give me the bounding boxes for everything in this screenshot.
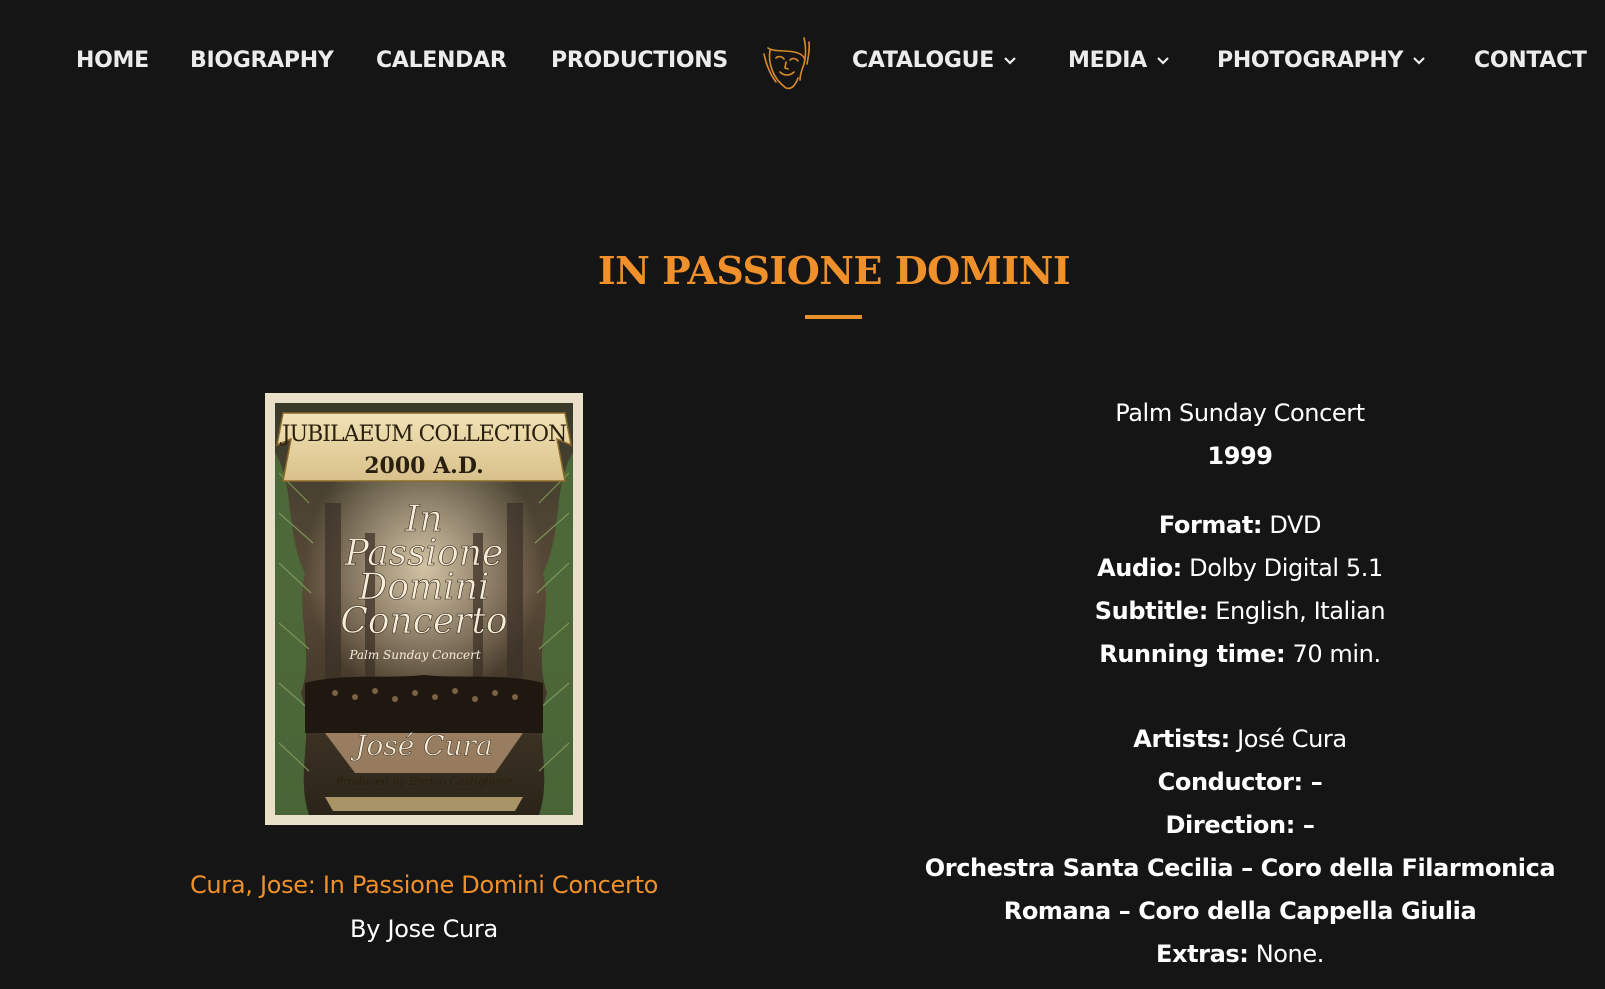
detail-running-value: 70 min. bbox=[1285, 640, 1381, 668]
detail-conductor-value: – bbox=[1302, 768, 1323, 796]
nav-media-label: MEDIA bbox=[1068, 48, 1147, 73]
main-navigation: HOME BIOGRAPHY CALENDAR PRODUCTIONS CATA… bbox=[0, 0, 1605, 120]
detail-year: 1999 bbox=[880, 442, 1600, 470]
page: HOME BIOGRAPHY CALENDAR PRODUCTIONS CATA… bbox=[0, 0, 1605, 989]
product-author: By Jose Cura bbox=[350, 915, 498, 943]
chevron-down-icon bbox=[1413, 42, 1425, 76]
cover-banner-line1: JUBILAEUM COLLECTION bbox=[280, 422, 567, 447]
nav-biography[interactable]: BIOGRAPHY bbox=[190, 44, 334, 78]
product-link[interactable]: Cura, Jose: In Passione Domini Concerto bbox=[80, 871, 768, 899]
detail-extras-value: None. bbox=[1248, 940, 1325, 968]
detail-conductor: Conductor: – bbox=[880, 768, 1600, 796]
detail-conductor-label: Conductor: bbox=[1157, 768, 1303, 796]
detail-subtitle-label: Subtitle: bbox=[1094, 597, 1209, 625]
detail-running-time: Running time: 70 min. bbox=[880, 640, 1600, 668]
detail-event: Palm Sunday Concert bbox=[1115, 399, 1365, 427]
nav-home[interactable]: HOME bbox=[76, 44, 149, 78]
cover-artist: José Cura bbox=[350, 729, 492, 762]
nav-photography[interactable]: PHOTOGRAPHY bbox=[1217, 44, 1425, 78]
detail-ensemble-line2-text: Romana – Coro della Cappella Giulia bbox=[1003, 897, 1477, 925]
detail-format-value: DVD bbox=[1262, 511, 1322, 539]
nav-media[interactable]: MEDIA bbox=[1068, 44, 1169, 78]
detail-audio: Audio: Dolby Digital 5.1 bbox=[880, 554, 1600, 582]
detail-direction-label: Direction: bbox=[1165, 811, 1296, 839]
nav-productions[interactable]: PRODUCTIONS bbox=[551, 44, 728, 78]
detail-ensemble-line1: Orchestra Santa Cecilia – Coro della Fil… bbox=[880, 854, 1600, 882]
title-divider bbox=[805, 315, 862, 319]
nav-catalogue-label: CATALOGUE bbox=[852, 48, 994, 73]
detail-format: Format: DVD bbox=[880, 511, 1600, 539]
detail-ensemble-line2: Romana – Coro della Cappella Giulia bbox=[880, 897, 1600, 925]
face-mask-sketch-icon bbox=[763, 37, 811, 90]
detail-audio-value: Dolby Digital 5.1 bbox=[1181, 554, 1383, 582]
detail-format-label: Format: bbox=[1158, 511, 1263, 539]
cover-producer: Produced by Enrico Castiglione bbox=[335, 775, 513, 788]
detail-running-label: Running time: bbox=[1099, 640, 1286, 668]
dvd-cover-image[interactable]: JUBILAEUM COLLECTION 2000 A.D. In Passio… bbox=[265, 393, 583, 825]
dvd-cover-art: JUBILAEUM COLLECTION 2000 A.D. In Passio… bbox=[265, 393, 583, 825]
detail-direction-value: – bbox=[1294, 811, 1315, 839]
cover-title-line4: Concerto bbox=[340, 601, 507, 642]
page-title: IN PASSIONE DOMINI bbox=[597, 248, 1071, 293]
chevron-down-icon bbox=[1004, 42, 1016, 76]
site-logo[interactable] bbox=[760, 34, 818, 92]
nav-calendar[interactable]: CALENDAR bbox=[376, 44, 507, 78]
nav-photography-label: PHOTOGRAPHY bbox=[1217, 48, 1404, 73]
nav-catalogue[interactable]: CATALOGUE bbox=[852, 44, 1016, 78]
detail-direction: Direction: – bbox=[880, 811, 1600, 839]
detail-extras: Extras: None. bbox=[880, 940, 1600, 968]
detail-extras-label: Extras: bbox=[1156, 940, 1249, 968]
cover-banner-line2: 2000 A.D. bbox=[364, 453, 484, 479]
detail-subtitle-value: English, Italian bbox=[1208, 597, 1386, 625]
detail-ensemble-line1-text: Orchestra Santa Cecilia – Coro della Fil… bbox=[924, 854, 1556, 882]
detail-year-value: 1999 bbox=[1207, 442, 1273, 470]
detail-artists-value: José Cura bbox=[1229, 725, 1347, 753]
detail-artists: Artists: José Cura bbox=[880, 725, 1600, 753]
detail-artists-label: Artists: bbox=[1133, 725, 1230, 753]
detail-audio-label: Audio: bbox=[1097, 554, 1182, 582]
chevron-down-icon bbox=[1157, 42, 1169, 76]
detail-subtitle: Subtitle: English, Italian bbox=[880, 597, 1600, 625]
nav-contact[interactable]: CONTACT bbox=[1474, 44, 1587, 78]
cover-subtitle: Palm Sunday Concert bbox=[348, 648, 481, 662]
